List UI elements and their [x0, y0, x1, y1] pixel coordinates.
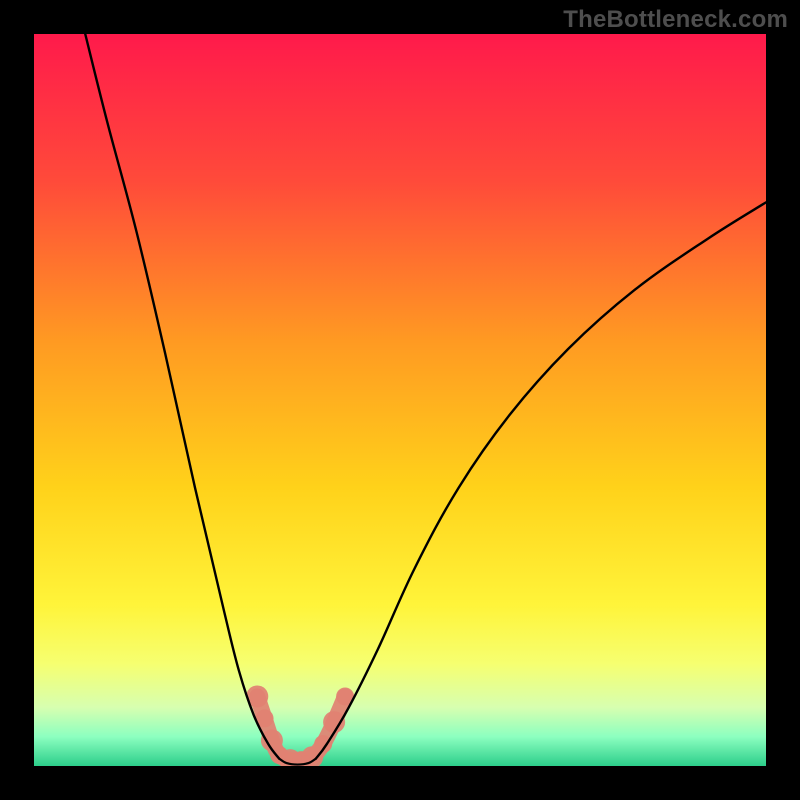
plot-area	[34, 34, 766, 766]
bottleneck-chart	[34, 34, 766, 766]
gradient-background	[34, 34, 766, 766]
watermark-text: TheBottleneck.com	[563, 6, 788, 34]
chart-frame: TheBottleneck.com	[0, 0, 800, 800]
